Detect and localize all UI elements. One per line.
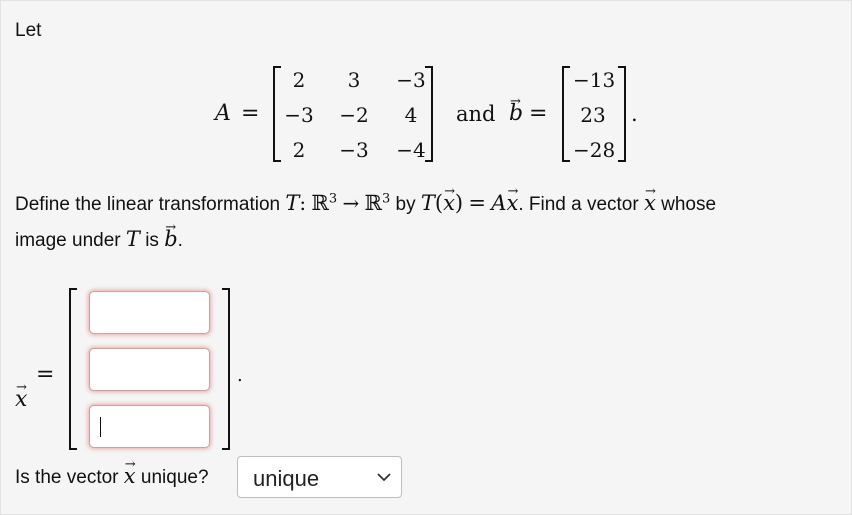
definition-text: image under xyxy=(15,230,121,251)
vector-b-entry: 23 xyxy=(580,103,606,127)
answer-period: . xyxy=(237,365,243,386)
matrix-a-cell: 4 xyxy=(404,103,418,127)
unique-question-text: Is the vector xyxy=(15,467,119,488)
equals-symbol: = xyxy=(468,191,487,215)
exponent: 3 xyxy=(328,191,338,207)
definition-text: is xyxy=(145,230,159,251)
answer-input-2[interactable] xyxy=(89,348,210,391)
matrix-a-cell: 2 xyxy=(292,68,306,92)
matrix-a-cell: −3 xyxy=(339,138,369,162)
matrix-a-cell: 3 xyxy=(347,68,361,92)
text-cursor xyxy=(100,417,101,437)
vector-b-period: . xyxy=(631,102,638,126)
paren-close: ) xyxy=(454,191,464,215)
t-symbol: T xyxy=(125,227,140,251)
t-symbol: T xyxy=(420,191,435,215)
question-panel: Let A = 2 3 −3 −3 −2 4 2 −3 −4 and → b = … xyxy=(0,0,852,515)
vector-b-entry: −28 xyxy=(573,138,616,162)
by-text: by xyxy=(395,194,416,215)
definition-text: Define the linear transformation xyxy=(15,194,281,215)
vector-b-right-bracket xyxy=(618,66,626,162)
matrix-a-cell: −4 xyxy=(396,138,426,162)
answer-vector: → x = . xyxy=(1,26,851,450)
definition-text: . Find a vector xyxy=(518,194,639,215)
matrix-a-cell: 2 xyxy=(292,138,306,162)
unique-question: Is the vector → x unique? xyxy=(15,457,209,489)
vector-b-entry: −13 xyxy=(573,68,616,92)
vector-b-label: → b xyxy=(509,94,524,126)
unique-question-text: unique? xyxy=(140,467,209,488)
and-text: and xyxy=(456,102,496,126)
b-vector-symbol: → b xyxy=(164,220,178,251)
answer-right-bracket xyxy=(222,288,230,450)
vector-b-left-bracket xyxy=(562,66,570,162)
unique-select-value: unique xyxy=(253,466,320,491)
x-vector-symbol: → x xyxy=(506,184,519,215)
x-vector-symbol: → x xyxy=(443,184,455,215)
answer-left-bracket xyxy=(69,288,77,450)
answer-input-1[interactable] xyxy=(89,291,210,334)
matrix-equation: A = 2 3 −3 −3 −2 4 2 −3 −4 and → b = −13 … xyxy=(1,1,851,162)
reals-symbol: ℝ xyxy=(311,191,329,215)
x-vector-symbol: → x xyxy=(123,457,136,488)
a-symbol: A xyxy=(491,191,507,215)
paren-open: ( xyxy=(434,191,444,215)
matrix-a-label: A xyxy=(215,101,231,126)
chevron-down-icon xyxy=(377,473,391,482)
unique-select[interactable]: unique xyxy=(237,456,402,498)
definition-text: whose xyxy=(661,194,717,215)
matrix-a-cell: −3 xyxy=(284,103,314,127)
x-vector-symbol: → x xyxy=(643,184,656,215)
period: . xyxy=(177,230,183,251)
reals-symbol: ℝ xyxy=(364,191,382,215)
answer-x-label: → x xyxy=(15,380,28,412)
matrix-a-equals: = xyxy=(241,101,260,126)
intro-text: Let xyxy=(15,20,42,41)
arrow-symbol: → xyxy=(342,191,360,215)
colon-symbol: : xyxy=(299,191,307,215)
matrix-a-cell: −3 xyxy=(396,68,426,92)
answer-equals: = xyxy=(36,362,55,387)
definition-line-1: Define the linear transformation T: ℝ3 →… xyxy=(15,184,717,216)
exponent: 3 xyxy=(381,191,391,207)
t-symbol: T xyxy=(285,191,300,215)
answer-input-3[interactable] xyxy=(89,405,210,448)
vector-b-equals: = xyxy=(529,101,548,126)
definition-line-2: image under T is → b. xyxy=(15,220,183,252)
matrix-a-cell: −2 xyxy=(339,103,369,127)
